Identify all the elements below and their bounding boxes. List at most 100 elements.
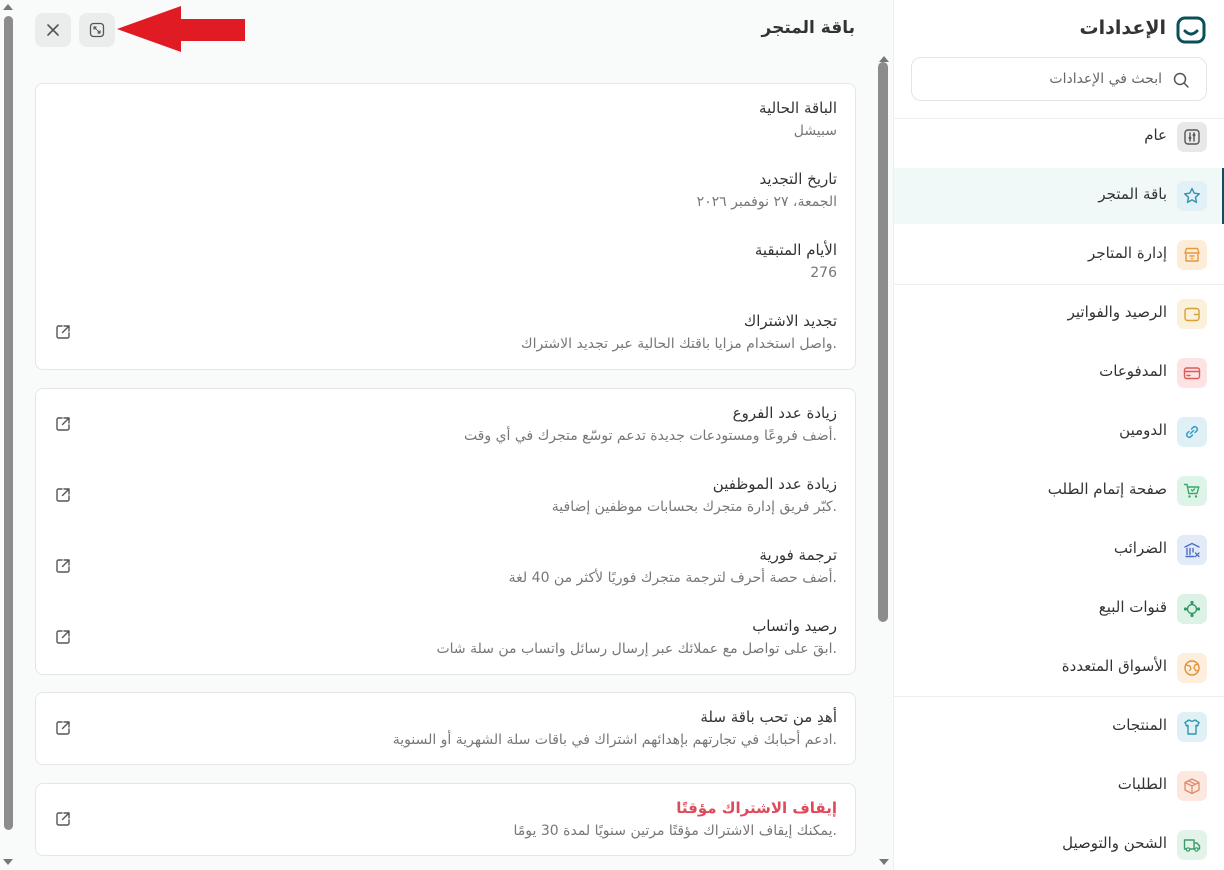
current-plan-label: الباقة الحالية <box>759 99 837 117</box>
external-link-icon[interactable] <box>54 557 72 575</box>
addon-translation-desc: أضف حصة أحرف لترجمة متجرك فوريًا لأكثر م… <box>508 570 837 586</box>
close-button[interactable] <box>35 13 71 47</box>
sidebar-item-label: عام <box>1144 126 1167 144</box>
sidebar-item-payments[interactable]: المدفوعات <box>894 345 1224 401</box>
sidebar-item-domain[interactable]: الدومين <box>894 404 1224 460</box>
addon-employees-desc: كبّر فريق إدارة متجرك بحسابات موظفين إضا… <box>551 499 837 515</box>
renewal-date-item: تاريخ التجديد الجمعة، ٢٧ نوفمبر ٢٠٢٦ <box>697 169 837 212</box>
addon-translation-title: ترجمة فورية <box>759 546 837 564</box>
expand-icon <box>89 22 105 38</box>
truck-icon <box>1177 830 1207 860</box>
addon-whatsapp-item[interactable]: رصيد واتساب ابقَ على تواصل مع عملائك عبر… <box>436 616 837 659</box>
red-arrow-annotation <box>117 6 245 52</box>
sidebar-item-balance-invoices[interactable]: الرصيد والفواتير <box>894 286 1224 342</box>
current-plan-item: الباقة الحالية سبيشل <box>759 98 837 141</box>
addon-employees-title: زيادة عدد الموظفين <box>712 475 837 493</box>
sidebar-item-label: الرصيد والفواتير <box>1067 303 1167 321</box>
store-icon <box>1177 240 1207 270</box>
sliders-icon <box>1177 122 1207 152</box>
addon-employees-item[interactable]: زيادة عدد الموظفين كبّر فريق إدارة متجرك… <box>552 474 837 517</box>
addon-branches-desc: أضف فروعًا ومستودعات جديدة تدعم توسّع مت… <box>463 428 837 444</box>
sidebar-item-label: صفحة إتمام الطلب <box>1047 480 1167 498</box>
close-icon <box>47 24 59 36</box>
sidebar-item-label: المدفوعات <box>1099 362 1167 380</box>
sidebar-divider <box>894 696 1224 697</box>
external-link-icon[interactable] <box>54 719 72 737</box>
tax-icon <box>1177 535 1207 565</box>
sidebar-item-label: باقة المتجر <box>1098 185 1167 203</box>
outer-scrollbar-thumb[interactable] <box>4 16 13 830</box>
gift-plan-item: أهدِ من تحب باقة سلة ادعم أحبابك في تجار… <box>393 707 837 750</box>
wallet-icon <box>1177 299 1207 329</box>
external-link-icon[interactable] <box>54 323 72 341</box>
search-input[interactable] <box>932 68 1162 90</box>
box-icon <box>1177 771 1207 801</box>
sidebar-item-label: الطلبات <box>1117 775 1167 793</box>
addon-branches-title: زيادة عدد الفروع <box>732 404 837 422</box>
external-link-icon[interactable] <box>54 628 72 646</box>
pause-subscription-item: إيقاف الاشتراك مؤقتًا يمكنك إيقاف الاشتر… <box>514 798 837 841</box>
link-icon <box>1177 417 1207 447</box>
shirt-icon <box>1177 712 1207 742</box>
remaining-days-value: 276 <box>810 265 837 281</box>
globe-icon <box>1177 653 1207 683</box>
remaining-days-label: الأيام المتبقية <box>754 241 837 259</box>
salla-logo-icon <box>1176 16 1206 44</box>
sidebar-item-checkout-page[interactable]: صفحة إتمام الطلب <box>894 463 1224 519</box>
card-icon <box>1177 358 1207 388</box>
scroll-down-arrow[interactable] <box>3 859 13 865</box>
sidebar-item-shipping-delivery[interactable]: الشحن والتوصيل <box>894 817 1224 870</box>
sidebar-item-stores-management[interactable]: إدارة المتاجر <box>894 227 1224 283</box>
content-scrollbar-thumb[interactable] <box>878 62 888 622</box>
addon-whatsapp-title: رصيد واتساب <box>752 617 837 635</box>
content-scroll-down-arrow[interactable] <box>879 859 889 865</box>
sidebar-title: الإعدادات <box>1079 17 1166 39</box>
search-icon <box>1173 72 1189 88</box>
renewal-date-label: تاريخ التجديد <box>759 170 837 188</box>
plan-card: الباقة الحالية سبيشل تاريخ التجديد الجمع… <box>35 83 856 370</box>
expand-button[interactable] <box>79 13 115 47</box>
star-icon <box>1177 181 1207 211</box>
sidebar-item-label: إدارة المتاجر <box>1088 244 1167 262</box>
sidebar-item-orders[interactable]: الطلبات <box>894 758 1224 814</box>
sidebar-item-label: الأسواق المتعددة <box>1061 657 1167 675</box>
renew-subscription-item[interactable]: تجديد الاشتراك واصل استخدام مزايا باقتك … <box>521 311 837 354</box>
sidebar-item-label: المنتجات <box>1112 716 1167 734</box>
addons-card: زيادة عدد الفروع أضف فروعًا ومستودعات جد… <box>35 388 856 675</box>
settings-search[interactable] <box>911 57 1207 101</box>
content-scrollbar[interactable] <box>876 56 892 870</box>
sidebar-item-label: الضرائب <box>1113 539 1167 557</box>
renew-subscription-desc: واصل استخدام مزايا باقتك الحالية عبر تجد… <box>521 336 837 352</box>
sidebar-item-general[interactable]: عام <box>894 109 1224 165</box>
sidebar-divider <box>894 284 1224 285</box>
sidebar-item-label: الدومين <box>1119 421 1167 439</box>
addon-whatsapp-desc: ابقَ على تواصل مع عملائك عبر إرسال رسائل… <box>436 641 837 657</box>
sidebar-item-sales-channels[interactable]: قنوات البيع <box>894 581 1224 637</box>
pause-subscription-desc: يمكنك إيقاف الاشتراك مؤقتًا مرتين سنويًا… <box>513 823 837 839</box>
sidebar-item-multi-markets[interactable]: الأسواق المتعددة <box>894 640 1224 696</box>
current-plan-value: سبيشل <box>793 123 837 139</box>
external-link-icon[interactable] <box>54 415 72 433</box>
addon-translation-item[interactable]: ترجمة فورية أضف حصة أحرف لترجمة متجرك فو… <box>509 545 837 588</box>
gift-plan-card[interactable]: أهدِ من تحب باقة سلة ادعم أحبابك في تجار… <box>35 692 856 765</box>
cart-icon <box>1177 476 1207 506</box>
remaining-days-item: الأيام المتبقية 276 <box>755 240 837 283</box>
addon-branches-item[interactable]: زيادة عدد الفروع أضف فروعًا ومستودعات جد… <box>464 403 837 446</box>
pause-subscription-title: إيقاف الاشتراك مؤقتًا <box>676 799 837 817</box>
content-scroll-up-arrow[interactable] <box>879 56 889 62</box>
sidebar-item-taxes[interactable]: الضرائب <box>894 522 1224 578</box>
scroll-up-arrow[interactable] <box>3 4 13 10</box>
external-link-icon[interactable] <box>54 486 72 504</box>
pause-subscription-card[interactable]: إيقاف الاشتراك مؤقتًا يمكنك إيقاف الاشتر… <box>35 783 856 856</box>
sidebar-item-store-plan[interactable]: باقة المتجر <box>894 168 1224 224</box>
sidebar-item-label: الشحن والتوصيل <box>1062 834 1167 852</box>
outer-scrollbar[interactable] <box>0 0 16 870</box>
settings-sidebar: الإعدادات عام باقة المتجر إدارة المتاجر الر… <box>893 0 1224 870</box>
external-link-icon[interactable] <box>54 810 72 828</box>
sidebar-item-label: قنوات البيع <box>1098 598 1167 616</box>
sidebar-item-products[interactable]: المنتجات <box>894 699 1224 755</box>
gift-plan-desc: ادعم أحبابك في تجارتهم بإهدائهم اشتراك ف… <box>392 732 837 748</box>
renew-subscription-title: تجديد الاشتراك <box>743 312 837 330</box>
channels-icon <box>1177 594 1207 624</box>
store-plan-panel: باقة المتجر الباقة الحالية سبيشل تاريخ ا… <box>0 0 893 870</box>
